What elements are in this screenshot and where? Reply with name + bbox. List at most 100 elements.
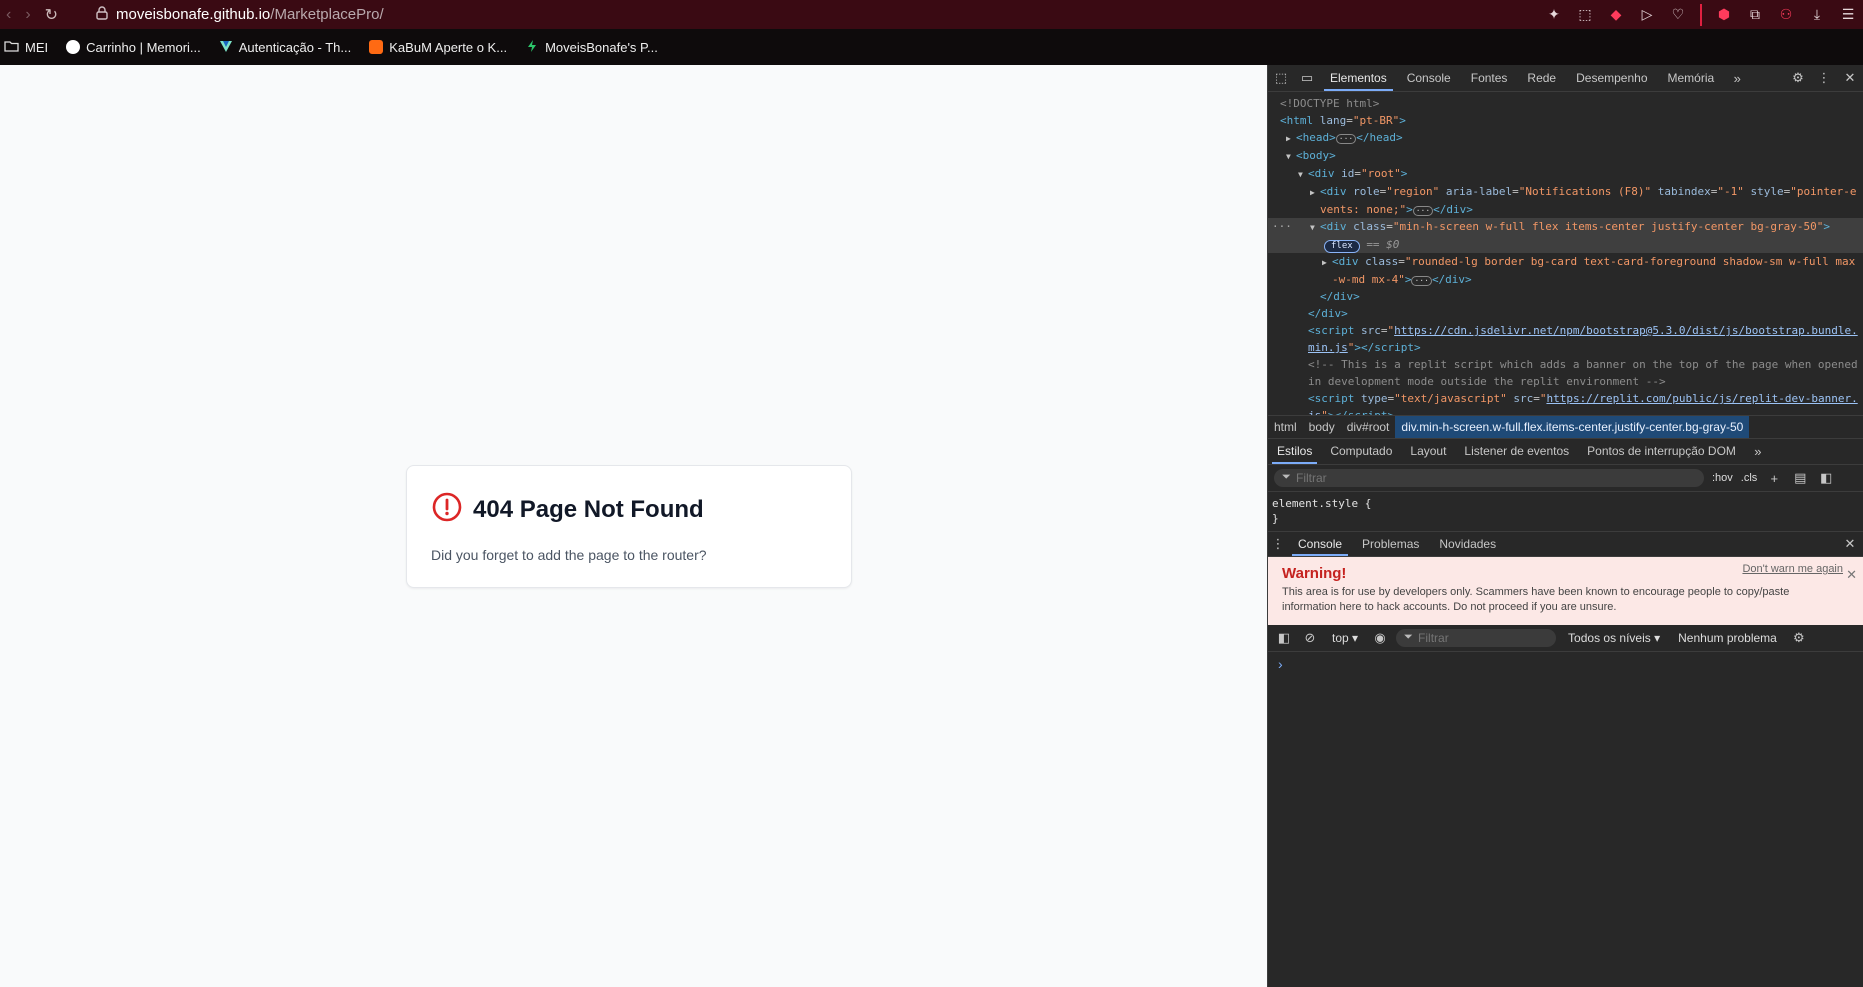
dont-warn-link[interactable]: Don't warn me again [1742,563,1843,575]
context-selector[interactable]: top ▾ [1326,631,1364,645]
self-xss-warning: Warning! This area is for use by develop… [1268,557,1863,625]
kabum-favicon [369,40,384,54]
back-icon[interactable]: ‹ [6,6,11,24]
bookmark-moveisbonafe[interactable]: MoveisBonafe's P... [525,39,658,56]
dom-card-cont: -w-md mx-4"> ··· </div> [1332,273,1472,286]
screenshot-icon[interactable]: ⬚ [1576,6,1594,24]
crumb-root[interactable]: div#root [1341,416,1396,438]
inspect-icon[interactable]: ⬚ [1268,65,1294,91]
script-link[interactable]: https://replit.com/public/js/replit-dev-… [1546,392,1857,405]
attr-name: lang [1319,114,1347,127]
dom-comment: <!-- This is a replit script which adds … [1268,356,1863,373]
console-sidebar-icon[interactable]: ◧ [1274,625,1294,651]
bookmark-label: MEI [25,39,49,55]
downloads-icon[interactable]: ⤓ [1808,6,1826,24]
extensions-icon[interactable]: ⧉ [1746,6,1764,24]
play-icon[interactable]: ▷ [1638,6,1656,24]
script-link[interactable]: js [1308,409,1321,415]
tab-memoria[interactable]: Memória [1658,65,1725,91]
tag-name: body [1302,149,1330,162]
drawer-tab-novidades[interactable]: Novidades [1429,532,1506,556]
tag-name: head [1302,131,1330,144]
ublock-icon[interactable]: ⬢ [1715,6,1733,24]
reload-icon[interactable]: ↻ [45,5,58,25]
dom-html[interactable]: <html lang="pt-BR"> [1268,112,1863,129]
bookmark-carrinho[interactable]: Carrinho | Memori... [66,40,201,55]
dom-root[interactable]: ▼ <div id="root"> [1268,165,1863,183]
crumb-html[interactable]: html [1268,416,1303,438]
tab-desempenho[interactable]: Desempenho [1566,65,1657,91]
kebab-menu-icon[interactable]: ⋮ [1811,65,1837,91]
tab-estilos[interactable]: Estilos [1268,439,1321,464]
clear-console-icon[interactable]: ⊘ [1300,625,1320,651]
bookmark-autenticacao[interactable]: Autenticação - Th... [219,39,351,56]
device-toggle-icon[interactable]: ▭ [1294,65,1320,91]
menu-icon[interactable]: ☰ [1839,6,1857,24]
bookmark-kabum[interactable]: KaBuM Aperte o K... [369,40,507,55]
dom-head[interactable]: ▶ <head> ··· </head> [1268,129,1863,147]
url-path: /MarketplacePro/ [270,6,384,23]
styles-tabs: Estilos Computado Layout Listener de eve… [1268,439,1863,465]
dom-script-replit[interactable]: <script type="text/javascript" src="http… [1268,390,1863,407]
styles-filter-bar: ⏷ :hov .cls + ▤ ◧ [1268,465,1863,492]
pocket-icon[interactable]: ◆ [1607,6,1625,24]
bookmark-mei[interactable]: MEI [4,40,48,55]
attr-value: "pt-BR" [1352,114,1400,127]
drawer-close-icon[interactable]: ✕ [1837,531,1863,557]
eye-icon[interactable]: ◉ [1370,625,1390,651]
script-link[interactable]: https://cdn.jsdelivr.net/npm/bootstrap@5… [1394,324,1858,337]
heart-icon[interactable]: ♡ [1669,6,1687,24]
dom-doctype[interactable]: <!DOCTYPE html> [1268,95,1863,112]
tab-pontos-interrupcao[interactable]: Pontos de interrupção DOM [1578,439,1745,464]
account-icon[interactable]: ⚇ [1777,6,1795,24]
warning-close-icon[interactable]: ✕ [1846,567,1857,583]
dom-selected-div[interactable]: ··· ▼ <div class="min-h-screen w-full flex… [1268,218,1863,236]
tab-listener[interactable]: Listener de eventos [1455,439,1578,464]
crumb-body[interactable]: body [1303,416,1341,438]
cls-toggle[interactable]: .cls [1741,472,1758,484]
dom-comment-cont: in development mode outside the replit e… [1268,373,1863,390]
dom-selected-badges: flex == $0 [1268,236,1863,253]
tab-elementos[interactable]: Elementos [1320,65,1397,91]
vuetify-favicon [219,39,233,56]
element-style-rule[interactable]: element.style { [1272,496,1859,511]
tab-console[interactable]: Console [1397,65,1461,91]
pin-icon[interactable]: ✦ [1545,6,1563,24]
dom-close-root: </div> [1308,307,1348,320]
attr-value: "Notifications (F8)" [1518,185,1652,198]
more-tabs-icon[interactable]: » [1724,65,1750,91]
tab-layout[interactable]: Layout [1401,439,1455,464]
tag-name: html [1286,114,1314,127]
tab-computado[interactable]: Computado [1321,439,1401,464]
paint-icon[interactable]: ▤ [1791,465,1809,491]
dom-region[interactable]: ▶ <div role="region" aria-label="Notifica… [1268,183,1863,201]
drawer-menu-icon[interactable]: ⋮ [1268,531,1288,557]
dom-card-div[interactable]: ▶ <div class="rounded-lg border bg-card t… [1268,253,1863,271]
close-icon[interactable]: ✕ [1837,65,1863,91]
hov-toggle[interactable]: :hov [1712,472,1733,484]
replit-favicon [525,39,539,56]
issues-counter[interactable]: Nenhum problema [1672,631,1783,645]
settings-icon[interactable]: ⚙ [1785,65,1811,91]
console-filter-input[interactable] [1396,629,1557,647]
add-rule-icon[interactable]: + [1765,465,1783,491]
drawer-tab-console[interactable]: Console [1288,532,1352,556]
drawer-tab-problemas[interactable]: Problemas [1352,532,1429,556]
dom-script-bootstrap[interactable]: <script src="https://cdn.jsdelivr.net/np… [1268,322,1863,339]
styles-filter-input[interactable] [1274,469,1704,487]
attr-value: "min-h-screen w-full flex items-center j… [1392,220,1824,233]
tab-fontes[interactable]: Fontes [1461,65,1518,91]
forward-icon[interactable]: › [25,6,30,24]
attr-value: "text/javascript" [1394,392,1507,405]
console-prompt[interactable]: › [1268,652,1863,672]
flex-badge[interactable]: flex [1324,240,1360,253]
sidebar-toggle-icon[interactable]: ◧ [1817,465,1835,491]
tab-rede[interactable]: Rede [1517,65,1566,91]
console-settings-icon[interactable]: ⚙ [1789,625,1809,651]
crumb-selected[interactable]: div.min-h-screen.w-full.flex.items-cente… [1395,416,1750,438]
more-subtabs-icon[interactable]: » [1745,439,1771,465]
address-bar[interactable]: moveisbonafe.github.io/MarketplacePro/ [96,5,384,24]
dom-body[interactable]: ▼ <body> [1268,147,1863,165]
log-levels-dropdown[interactable]: Todos os níveis ▾ [1562,631,1666,645]
script-link[interactable]: min.js [1308,341,1348,354]
